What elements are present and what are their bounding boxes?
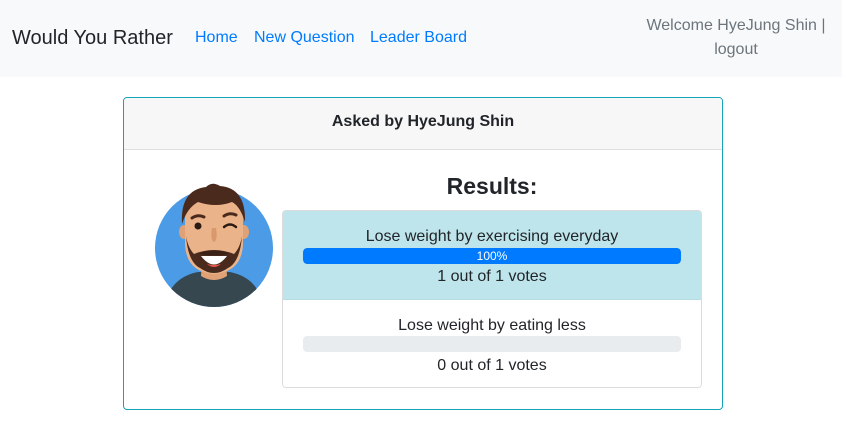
option-result-1: Lose weight by exercising everyday 100% … [283, 211, 701, 300]
vote-progress: 100% [303, 248, 681, 264]
user-avatar-icon [154, 180, 274, 310]
logout-link[interactable]: logout [636, 38, 836, 62]
nav-link-leader-board[interactable]: Leader Board [370, 28, 467, 48]
welcome-text: Welcome HyeJung Shin | [646, 17, 826, 34]
results-title: Results: [446, 173, 538, 199]
navbar: Would You Rather Home New Question Leade… [0, 0, 842, 77]
card-header: Asked by HyeJung Shin [124, 98, 722, 150]
vote-count: 1 out of 1 votes [437, 268, 547, 285]
poll-results-card: Asked by HyeJung Shin Results: Lose weig… [123, 97, 723, 410]
results-list: Lose weight by exercising everyday 100% … [282, 210, 702, 388]
option-text: Lose weight by eating less [398, 317, 586, 334]
vote-progress [303, 336, 681, 352]
progress-fill: 100% [303, 248, 681, 264]
vote-count: 0 out of 1 votes [437, 357, 547, 374]
nav-link-home[interactable]: Home [195, 28, 238, 48]
nav-link-new-question[interactable]: New Question [254, 28, 355, 48]
app-brand[interactable]: Would You Rather [12, 25, 173, 51]
user-welcome: Welcome HyeJung Shin | logout [636, 14, 836, 62]
option-result-2: Lose weight by eating less 0 out of 1 vo… [283, 300, 701, 387]
option-text: Lose weight by exercising everyday [365, 228, 619, 245]
